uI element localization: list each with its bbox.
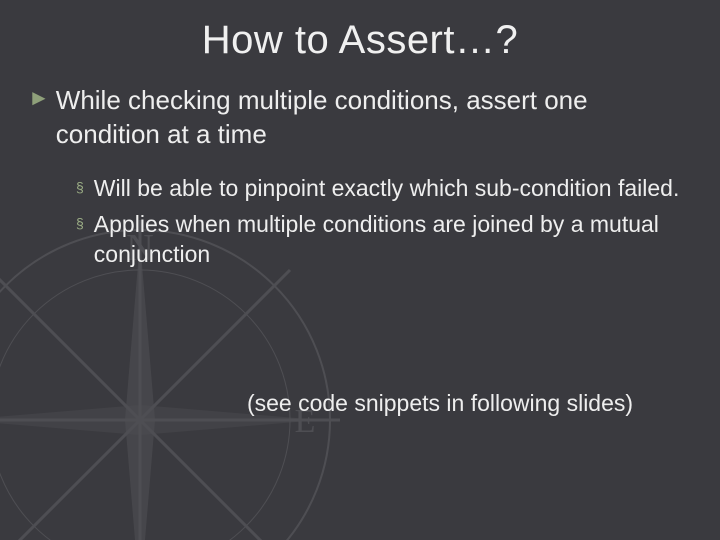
sub-point-text: Applies when multiple conditions are joi… [94, 209, 682, 269]
slide: N E S W How to Assert…? ► While checking… [0, 0, 720, 540]
slide-title: How to Assert…? [0, 0, 720, 63]
square-bullet-icon: § [76, 209, 84, 237]
main-point-text: While checking multiple conditions, asse… [56, 83, 692, 151]
bullet-level1: ► While checking multiple conditions, as… [28, 83, 692, 151]
sub-point-text: Will be able to pinpoint exactly which s… [94, 173, 680, 203]
triangle-bullet-icon: ► [28, 83, 50, 113]
footnote-text: (see code snippets in following slides) [0, 390, 720, 417]
sub-bullets: § Will be able to pinpoint exactly which… [28, 163, 692, 269]
slide-content: ► While checking multiple conditions, as… [0, 63, 720, 269]
bullet-level2: § Applies when multiple conditions are j… [76, 209, 682, 269]
bullet-level2: § Will be able to pinpoint exactly which… [76, 173, 682, 203]
square-bullet-icon: § [76, 173, 84, 201]
